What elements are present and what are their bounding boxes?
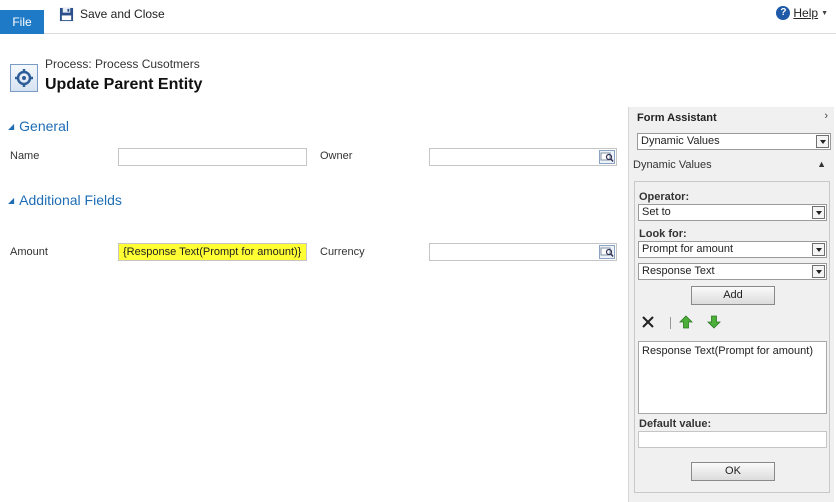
help-label: Help — [793, 6, 819, 20]
dropdown-arrow-icon[interactable] — [812, 265, 825, 278]
amount-label: Amount — [10, 246, 48, 258]
operator-label: Operator: — [639, 191, 690, 203]
look-for-entity-value: Prompt for amount — [642, 243, 734, 255]
save-and-close-button[interactable]: Save and Close — [59, 5, 165, 23]
form-assistant-title: Form Assistant — [637, 112, 717, 124]
default-value-label: Default value: — [639, 418, 712, 430]
amount-field[interactable]: {Response Text(Prompt for amount)} — [118, 243, 307, 261]
look-for-entity-select[interactable]: Prompt for amount — [638, 241, 827, 258]
save-and-close-label: Save and Close — [80, 7, 165, 21]
ribbon: File Save and Close ? Help ▼ — [0, 0, 836, 34]
look-for-attribute-value: Response Text — [642, 265, 715, 277]
lookup-icon[interactable] — [599, 150, 615, 164]
assistant-mode-value: Dynamic Values — [641, 135, 720, 147]
collapse-up-icon[interactable]: ▲ — [817, 159, 826, 169]
section-additional-header[interactable]: ◢ Additional Fields — [8, 192, 122, 208]
dropdown-arrow-icon[interactable] — [812, 206, 825, 219]
dropdown-arrow-icon[interactable] — [812, 243, 825, 256]
file-tab[interactable]: File — [0, 10, 44, 34]
move-up-icon[interactable] — [679, 315, 693, 329]
add-button[interactable]: Add — [691, 286, 775, 305]
move-down-icon[interactable] — [707, 315, 721, 329]
name-field[interactable] — [118, 148, 307, 166]
expression-textarea[interactable]: Response Text(Prompt for amount) — [638, 341, 827, 414]
process-icon — [10, 64, 38, 92]
name-label: Name — [10, 150, 40, 162]
look-for-attribute-select[interactable]: Response Text — [638, 263, 827, 280]
owner-label: Owner — [320, 150, 353, 162]
delete-icon[interactable] — [641, 315, 655, 329]
dropdown-arrow-icon[interactable] — [816, 135, 829, 148]
look-for-label: Look for: — [639, 228, 687, 240]
section-additional-title: Additional Fields — [19, 192, 122, 208]
dynamic-values-subheading: Dynamic Values — [633, 159, 712, 171]
dynamic-values-box: Operator: Set to Look for: Prompt for am… — [634, 181, 830, 493]
chevron-right-icon[interactable]: › — [824, 110, 828, 122]
collapse-triangle-icon: ◢ — [8, 195, 15, 205]
operator-value: Set to — [642, 206, 671, 218]
currency-lookup-field[interactable] — [429, 243, 617, 261]
form-assistant-panel: Form Assistant › Dynamic Values Dynamic … — [628, 107, 834, 502]
currency-label: Currency — [320, 246, 365, 258]
toolbar-divider — [670, 317, 671, 329]
default-value-field[interactable] — [638, 431, 827, 448]
lookup-icon[interactable] — [599, 245, 615, 259]
section-general-title: General — [19, 118, 69, 134]
ok-button[interactable]: OK — [691, 462, 775, 481]
operator-select[interactable]: Set to — [638, 204, 827, 221]
chevron-down-icon: ▼ — [821, 9, 828, 17]
assistant-mode-select[interactable]: Dynamic Values — [637, 133, 831, 150]
collapse-triangle-icon: ◢ — [8, 121, 15, 131]
page-title: Update Parent Entity — [45, 76, 203, 93]
process-label: Process: Process Cusotmers — [45, 57, 200, 71]
help-button[interactable]: ? Help ▼ — [776, 6, 828, 20]
save-icon — [59, 7, 74, 21]
help-icon: ? — [776, 6, 791, 20]
owner-lookup-field[interactable] — [429, 148, 617, 166]
section-general-header[interactable]: ◢ General — [8, 118, 69, 134]
